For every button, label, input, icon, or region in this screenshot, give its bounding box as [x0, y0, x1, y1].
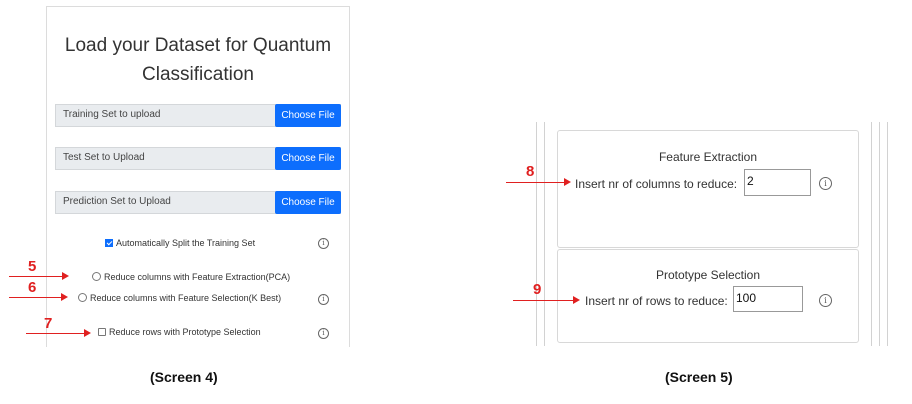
prototype-info-icon[interactable]: i — [318, 328, 329, 339]
auto-split-checkbox[interactable] — [105, 239, 113, 247]
prototype-option[interactable]: Reduce rows with Prototype Selection — [98, 326, 261, 338]
marker-8: 8 — [526, 163, 535, 180]
screen5-caption: (Screen 5) — [665, 369, 733, 385]
marker-9: 9 — [533, 281, 542, 298]
frame-line — [887, 122, 888, 346]
rows-info-icon[interactable]: i — [819, 294, 832, 307]
frame-line — [871, 122, 872, 346]
kbest-option[interactable]: Reduce columns with Feature Selection(K … — [78, 292, 281, 304]
test-choose-file-button[interactable]: Choose File — [275, 147, 341, 170]
test-set-upload[interactable]: Test Set to Upload Choose File — [55, 147, 341, 170]
marker-9-arrow — [513, 296, 580, 304]
screen4-panel: Load your Dataset for Quantum Classifica… — [46, 6, 350, 347]
columns-info-icon[interactable]: i — [819, 177, 832, 190]
screen4-title: Load your Dataset for Quantum Classifica… — [64, 35, 332, 85]
kbest-radio[interactable] — [78, 293, 87, 302]
rows-to-reduce-input[interactable]: 100 — [733, 286, 803, 312]
prototype-checkbox[interactable] — [98, 328, 106, 336]
prototype-selection-card: Prototype Selection Insert nr of rows to… — [557, 249, 859, 343]
screen4-caption: (Screen 4) — [150, 369, 218, 385]
rows-to-reduce-label: Insert nr of rows to reduce: — [585, 294, 728, 308]
auto-split-info-icon[interactable]: i — [318, 238, 329, 249]
training-set-upload[interactable]: Training Set to upload Choose File — [55, 104, 341, 127]
feature-extraction-heading: Feature Extraction — [658, 150, 758, 164]
pca-option[interactable]: Reduce columns with Feature Extraction(P… — [92, 271, 290, 283]
marker-5: 5 — [28, 258, 37, 275]
pca-label: Reduce columns with Feature Extraction(P… — [104, 272, 291, 282]
pca-radio[interactable] — [92, 272, 101, 281]
auto-split-label: Automatically Split the Training Set — [116, 238, 256, 248]
feature-extraction-card: Feature Extraction Insert nr of columns … — [557, 130, 859, 248]
marker-6: 6 — [28, 279, 37, 296]
auto-split-option[interactable]: Automatically Split the Training Set — [105, 237, 255, 249]
marker-6-arrow — [9, 293, 68, 301]
prediction-choose-file-button[interactable]: Choose File — [275, 191, 341, 214]
prediction-set-label: Prediction Set to Upload — [63, 196, 171, 207]
marker-5-arrow — [9, 272, 69, 280]
columns-to-reduce-input[interactable]: 2 — [744, 169, 811, 196]
columns-to-reduce-label: Insert nr of columns to reduce: — [575, 177, 738, 191]
prototype-label: Reduce rows with Prototype Selection — [109, 327, 261, 337]
frame-line — [879, 122, 880, 346]
kbest-label: Reduce columns with Feature Selection(K … — [90, 293, 282, 303]
training-choose-file-button[interactable]: Choose File — [275, 104, 341, 127]
prototype-selection-heading: Prototype Selection — [655, 268, 761, 282]
kbest-info-icon[interactable]: i — [318, 294, 329, 305]
marker-7-arrow — [26, 329, 91, 337]
test-set-label: Test Set to Upload — [63, 152, 145, 163]
marker-7: 7 — [44, 315, 53, 332]
frame-line — [536, 122, 537, 346]
frame-line — [544, 122, 545, 346]
marker-8-arrow — [506, 178, 571, 186]
training-set-label: Training Set to upload — [63, 109, 161, 120]
prediction-set-upload[interactable]: Prediction Set to Upload Choose File — [55, 191, 341, 214]
